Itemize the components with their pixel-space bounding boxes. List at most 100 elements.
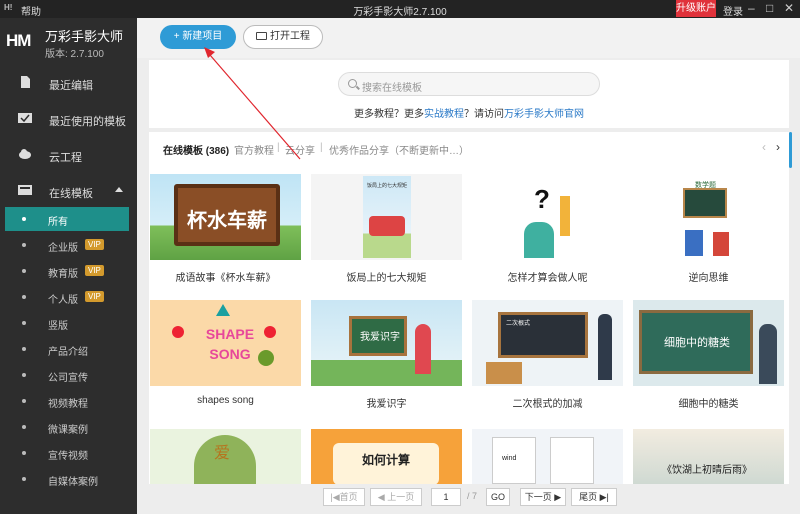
open-project-label: 打开工程 (270, 31, 310, 42)
sidebar-subitem-product[interactable]: 产品介绍 (5, 337, 129, 361)
template-card[interactable]: 《饮湖上初晴后雨》 (633, 429, 784, 484)
next-page-button[interactable]: 下一页 ▶ (520, 488, 566, 506)
sidebar-subitem-label: 竖版 (48, 321, 68, 332)
sidebar-subitem-microlesson[interactable]: 微课案例 (5, 415, 129, 439)
sidebar-subitem-promo-video[interactable]: 宣传视频 (5, 441, 129, 465)
sidebar-subitem-enterprise[interactable]: 企业版 VIP (5, 233, 129, 257)
sidebar-subitem-selfmedia[interactable]: 自媒体案例 (5, 467, 129, 491)
tutorial-link[interactable]: 实战教程 (424, 109, 464, 120)
thumbnail-text: wind (502, 455, 517, 462)
bullet-icon (22, 425, 26, 429)
thumbnail-text: ? (534, 184, 550, 214)
caret-up-icon[interactable] (115, 187, 123, 192)
sidebar-item-cloud-project[interactable]: 云工程 (0, 142, 137, 168)
template-caption: 成语故事《杯水车薪》 (175, 273, 276, 284)
template-card[interactable]: 数学题 逆向思维 (633, 174, 784, 291)
template-caption: 我爱识字 (366, 399, 407, 410)
official-site-link[interactable]: 万彩手影大师官网 (504, 109, 584, 120)
tip-text: 更多教程？更多 (354, 109, 424, 120)
thumbnail-text: 杯水车薪 (187, 210, 267, 232)
open-project-button[interactable]: 打开工程 (243, 25, 323, 49)
sidebar-subitem-video-tutorial[interactable]: 视频教程 (5, 389, 129, 413)
sidebar-subitem-all[interactable]: 所有 (5, 207, 129, 231)
tab-cloud-share[interactable]: 云分享 (285, 142, 315, 157)
sidebar-subitem-vertical[interactable]: 竖版 (5, 311, 129, 335)
toolbar: + 新建项目 打开工程 (137, 18, 800, 58)
template-caption: 饭局上的七大规矩 (346, 273, 427, 284)
bullet-icon (22, 399, 26, 403)
sidebar-subitem-education[interactable]: 教育版 VIP (5, 259, 129, 283)
template-thumbnail: 细胞中的糖类 (633, 300, 784, 386)
sidebar-subitem-personal[interactable]: 个人版 VIP (5, 285, 129, 309)
title-bar: H! 帮助 万彩手影大师2.7.100 升级账户 登录 – □ ✕ (0, 0, 800, 18)
logo: HM (6, 31, 31, 50)
template-card[interactable]: 二次根式 二次根式的加减 (472, 300, 623, 417)
bullet-icon (22, 373, 26, 377)
go-button[interactable]: GO (486, 488, 510, 506)
brand: HM 万彩手影大师 版本: 2.7.100 (0, 18, 137, 68)
first-page-button[interactable]: |◀首页 (323, 488, 365, 506)
thumbnail-text: 饭局上的七大规矩 (366, 183, 407, 189)
sidebar-subitem-label: 企业版 (48, 243, 78, 254)
sidebar: HM 万彩手影大师 版本: 2.7.100 最近编辑 最近使用的模板 云工程 在… (0, 18, 137, 514)
main-panel: + 新建项目 打开工程 搜索在线模板 更多教程？更多实战教程？请访问万彩手影大师… (137, 18, 800, 514)
bullet-icon (22, 451, 26, 455)
tab-works-share[interactable]: 优秀作品分享（不断更新中…） (329, 142, 469, 157)
new-project-button[interactable]: + 新建项目 (160, 25, 236, 49)
thumbnail-text: 细胞中的糖类 (664, 337, 730, 349)
search-icon (348, 79, 357, 88)
close-icon[interactable]: ✕ (784, 1, 794, 15)
thumbnail-text: 数学题 (695, 182, 716, 189)
page-number-input[interactable]: 1 (431, 488, 461, 506)
login-button[interactable]: 登录 (723, 3, 743, 18)
upgrade-account-button[interactable]: 升级账户 (676, 0, 716, 17)
template-card[interactable]: 爱 (150, 429, 301, 484)
template-card[interactable]: wind (472, 429, 623, 484)
template-card[interactable]: SHAPE SONG shapes song (150, 300, 301, 417)
chevron-right-icon[interactable]: › (776, 140, 780, 154)
sidebar-subitem-label: 所有 (48, 217, 68, 228)
template-card[interactable]: 杯水车薪 成语故事《杯水车薪》 (150, 174, 301, 291)
chevron-left-icon[interactable]: ‹ (762, 140, 766, 154)
app-version: 版本: 2.7.100 (45, 49, 104, 60)
template-card[interactable]: ? 怎样才算会做人呢 (472, 174, 623, 291)
template-card[interactable]: 如何计算 (311, 429, 462, 484)
tab-official-tutorials[interactable]: 官方教程 (234, 142, 274, 157)
sidebar-subitem-label: 自媒体案例 (48, 477, 98, 488)
template-thumbnail: 饭局上的七大规矩 (311, 174, 462, 260)
tab-online-templates[interactable]: 在线模板 (386) (163, 142, 229, 157)
search-input[interactable]: 搜索在线模板 (338, 72, 600, 96)
template-caption: shapes song (197, 395, 254, 406)
sidebar-item-recent-edit[interactable]: 最近编辑 (0, 70, 137, 96)
search-panel: 搜索在线模板 更多教程？更多实战教程？请访问万彩手影大师官网 (149, 60, 789, 128)
template-card[interactable]: 我爱识字 我爱识字 (311, 300, 462, 417)
sidebar-item-recent-templates[interactable]: 最近使用的模板 (0, 106, 137, 132)
sidebar-subitem-label: 宣传视频 (48, 451, 88, 462)
prev-page-button[interactable]: ◀ 上一页 (370, 488, 422, 506)
sidebar-subitem-label: 教育版 (48, 269, 78, 280)
tip-text: ？请访问 (464, 109, 504, 120)
thumbnail-text: 如何计算 (361, 453, 410, 467)
sidebar-item-label: 最近编辑 (49, 80, 93, 92)
template-gallery: 在线模板 (386) 官方教程 | 云分享 | 优秀作品分享（不断更新中…） ‹… (149, 132, 789, 514)
maximize-icon[interactable]: □ (766, 1, 773, 15)
sidebar-subitem-company[interactable]: 公司宣传 (5, 363, 129, 387)
sidebar-item-online-templates[interactable]: 在线模板 (0, 178, 137, 204)
vip-badge: VIP (85, 291, 104, 302)
vip-badge: VIP (85, 239, 104, 250)
template-tabs: 在线模板 (386) 官方教程 | 云分享 | 优秀作品分享（不断更新中…） ‹… (149, 132, 789, 164)
template-thumbnail: 我爱识字 (311, 300, 462, 386)
template-caption: 细胞中的糖类 (678, 399, 739, 410)
search-placeholder: 搜索在线模板 (362, 83, 422, 94)
template-thumbnail: 爱 (150, 429, 301, 484)
minimize-icon[interactable]: – (748, 1, 755, 15)
template-caption: 怎样才算会做人呢 (507, 273, 588, 284)
template-caption: 逆向思维 (688, 273, 729, 284)
gallery-scrollbar[interactable] (789, 132, 792, 168)
template-card[interactable]: 细胞中的糖类 细胞中的糖类 (633, 300, 784, 417)
bullet-icon (22, 243, 26, 247)
last-page-button[interactable]: 尾页 ▶| (571, 488, 617, 506)
template-thumbnail: ? (472, 174, 623, 260)
template-thumbnail: 杯水车薪 (150, 174, 301, 260)
template-card[interactable]: 饭局上的七大规矩 饭局上的七大规矩 (311, 174, 462, 291)
